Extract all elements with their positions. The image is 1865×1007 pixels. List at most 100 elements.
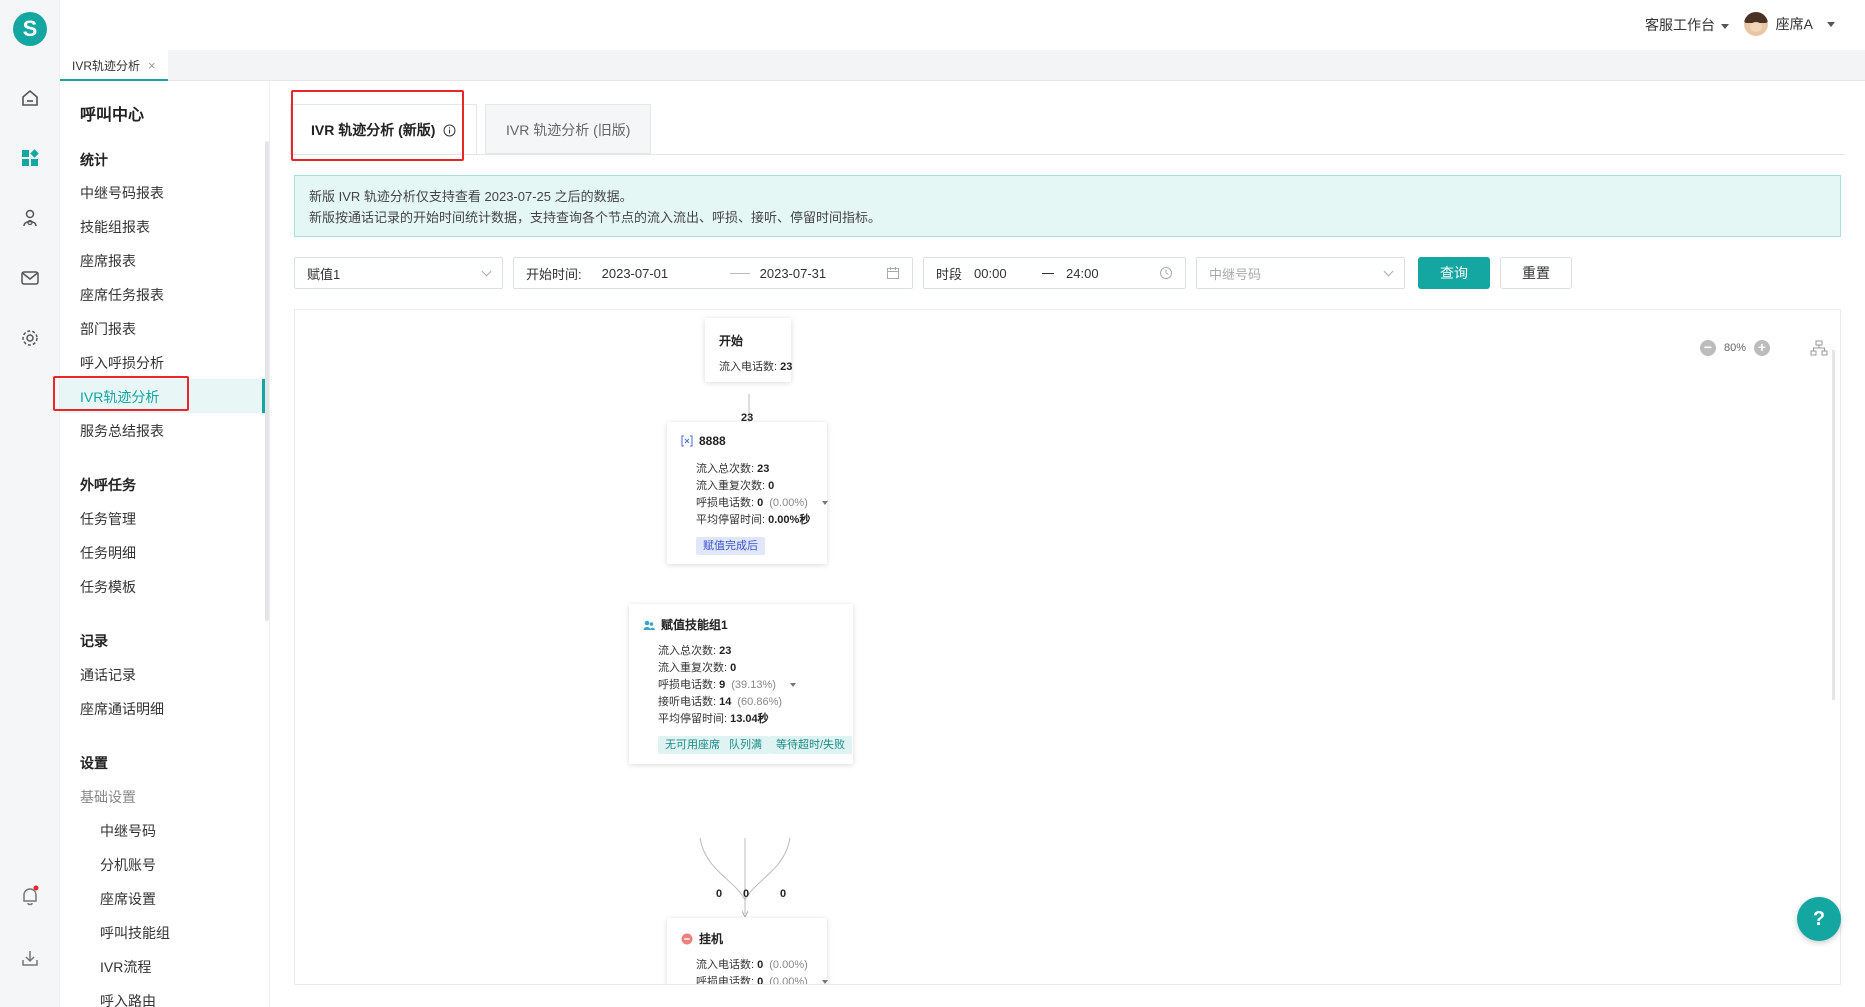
dashboard-icon[interactable]: [18, 146, 42, 170]
node-tag-no-seat[interactable]: 无可用座席: [658, 736, 727, 754]
sidebar-item-call-records[interactable]: 通话记录: [80, 665, 136, 685]
period-end-value[interactable]: 24:00: [1066, 266, 1099, 281]
metric-label: 流入总次数:: [658, 645, 717, 657]
date-range-picker[interactable]: 开始时间: 2023-07-01 2023-07-31: [513, 257, 913, 289]
user-icon[interactable]: [18, 206, 42, 230]
sidebar-item-skill-report[interactable]: 技能组报表: [80, 217, 150, 237]
node-tag-queue-full[interactable]: 队列满: [722, 736, 769, 754]
node-tag[interactable]: 赋值完成后: [696, 537, 765, 555]
sidebar-item-seat-call-detail[interactable]: 座席通话明细: [80, 699, 164, 719]
layout-tree-icon[interactable]: [1810, 340, 1828, 359]
node-metric-loss: 呼损电话数: 9 (39.13%): [658, 676, 796, 692]
metric-label: 平均停留时间:: [696, 514, 766, 526]
trunk-number-select[interactable]: 中继号码: [1196, 257, 1405, 289]
metric-pct: (0.00%): [769, 959, 808, 971]
canvas-scrollbar[interactable]: [1832, 350, 1835, 700]
sidebar-item-inbound-route[interactable]: 呼入路由: [100, 991, 156, 1007]
settings-icon[interactable]: [18, 326, 42, 350]
sidebar: 呼叫中心 统计 中继号码报表 技能组报表 座席报表 座席任务报表 部门报表 呼入…: [60, 81, 270, 1007]
node-metric-calls: 流入电话数: 23: [719, 358, 792, 374]
start-date-value[interactable]: 2023-07-01: [602, 266, 730, 281]
sidebar-item-basic-settings[interactable]: 基础设置: [80, 787, 136, 807]
sidebar-item-task-template[interactable]: 任务模板: [80, 577, 136, 597]
bell-icon[interactable]: [18, 884, 42, 908]
caret-down-icon[interactable]: [821, 980, 828, 984]
metric-label: 流入重复次数:: [658, 662, 728, 674]
icon-rail: S: [0, 0, 60, 1007]
metric-label: 呼损电话数:: [658, 679, 717, 691]
flow-node-8888[interactable]: 8888 流入总次数: 23 流入重复次数: 0 呼损电话数: 0 (0.00%)…: [667, 422, 828, 564]
period-separator: [1042, 272, 1055, 274]
chevron-down-icon: [481, 266, 492, 277]
page-tab-strip: IVR轨迹分析 ×: [60, 50, 1865, 81]
metric-value: 14: [719, 696, 732, 708]
sidebar-item-ivr-analysis[interactable]: IVR轨迹分析: [80, 387, 159, 407]
sidebar-item-trunk-report[interactable]: 中继号码报表: [80, 183, 164, 203]
sidebar-item-extension[interactable]: 分机账号: [100, 855, 156, 875]
sidebar-item-task-detail[interactable]: 任务明细: [80, 543, 136, 563]
sidebar-item-trunk-number[interactable]: 中继号码: [100, 821, 156, 841]
sidebar-item-seat-report[interactable]: 座席报表: [80, 251, 136, 271]
node-title: 赋值技能组1: [643, 616, 728, 633]
section-settings: 设置: [80, 755, 108, 771]
metric-label: 呼损电话数:: [696, 497, 755, 509]
flow-node-start[interactable]: 开始 流入电话数: 23: [705, 318, 792, 382]
ivr-select[interactable]: 赋值1: [294, 257, 503, 289]
time-period-picker[interactable]: 时段 00:00 24:00: [923, 257, 1186, 289]
query-button[interactable]: 查询: [1418, 257, 1490, 289]
metric-label: 呼损电话数:: [696, 976, 755, 985]
flow-canvas[interactable]: 23 23 0 0 0 开始 流入电话数: 23 8888 流入总次数: 23 …: [294, 309, 1841, 985]
node-tag-timeout[interactable]: 等待超时/失败: [769, 736, 853, 754]
zoom-controls: − 80% +: [1699, 340, 1770, 356]
sidebar-item-inbound-loss[interactable]: 呼入呼损分析: [80, 353, 164, 373]
mail-icon[interactable]: [18, 266, 42, 290]
flow-node-skill-group[interactable]: 赋值技能组1 流入总次数: 23 流入重复次数: 0 呼损电话数: 9 (39.1…: [629, 604, 853, 764]
reset-button[interactable]: 重置: [1500, 257, 1572, 289]
metric-value: 0: [757, 497, 764, 509]
sidebar-item-call-skill-group[interactable]: 呼叫技能组: [100, 923, 170, 943]
download-icon[interactable]: [18, 946, 42, 970]
metric-label: 接听电话数:: [658, 696, 717, 708]
metric-pct: (39.13%): [731, 679, 776, 691]
calendar-icon: [887, 267, 899, 279]
end-date-value[interactable]: 2023-07-31: [760, 266, 827, 281]
zoom-in-icon[interactable]: +: [1754, 340, 1770, 356]
sidebar-item-seat-task-report[interactable]: 座席任务报表: [80, 285, 164, 305]
zoom-level: 80%: [1723, 342, 1746, 354]
caret-down-icon[interactable]: [789, 683, 796, 688]
sidebar-item-dept-report[interactable]: 部门报表: [80, 319, 136, 339]
app-logo[interactable]: S: [13, 12, 47, 46]
node-metric-stay: 平均停留时间: 13.04秒: [658, 710, 769, 726]
workbench-dropdown[interactable]: 客服工作台: [1645, 15, 1729, 35]
caret-down-icon[interactable]: [821, 501, 828, 506]
close-icon[interactable]: ×: [148, 58, 156, 73]
caret-down-icon: [1827, 21, 1835, 27]
top-header: 客服工作台 座席A: [60, 0, 1865, 50]
node-metric-loss: 呼损电话数: 0 (0.00%): [696, 494, 828, 510]
section-outbound: 外呼任务: [80, 477, 136, 493]
node-title: 8888: [681, 434, 726, 448]
tab-ivr-old[interactable]: IVR 轨迹分析 (旧版): [485, 104, 652, 154]
node-metric-answer: 接听电话数: 14 (60.86%): [658, 693, 782, 709]
notice-line-1: 新版 IVR 轨迹分析仅支持查看 2023-07-25 之后的数据。: [309, 189, 633, 204]
user-menu[interactable]: 座席A: [1743, 12, 1835, 36]
node-title: 挂机: [681, 930, 723, 947]
sidebar-item-service-summary[interactable]: 服务总结报表: [80, 421, 164, 441]
sidebar-item-seat-settings[interactable]: 座席设置: [100, 889, 156, 909]
help-button[interactable]: ?: [1797, 897, 1841, 941]
info-icon[interactable]: [443, 124, 456, 137]
zoom-out-icon[interactable]: −: [1699, 340, 1716, 356]
metric-label: 流入总次数:: [696, 463, 755, 475]
home-icon[interactable]: [18, 86, 42, 110]
sidebar-scrollbar[interactable]: [265, 141, 269, 621]
metric-label: 平均停留时间:: [658, 713, 728, 725]
sidebar-item-task-mgmt[interactable]: 任务管理: [80, 509, 136, 529]
sidebar-item-ivr-flow[interactable]: IVR流程: [100, 957, 151, 977]
hangup-icon: [681, 933, 693, 944]
tab-ivr-new[interactable]: IVR 轨迹分析 (新版): [290, 104, 478, 154]
page-tab-ivr[interactable]: IVR轨迹分析 ×: [60, 50, 168, 81]
flow-node-hangup[interactable]: 挂机 流入电话数: 0 (0.00%) 呼损电话数: 0 (0.00%): [667, 918, 828, 985]
period-start-value[interactable]: 00:00: [974, 266, 1042, 281]
edge-skill-hangup-1: [699, 837, 746, 901]
start-time-label: 开始时间:: [526, 266, 582, 282]
